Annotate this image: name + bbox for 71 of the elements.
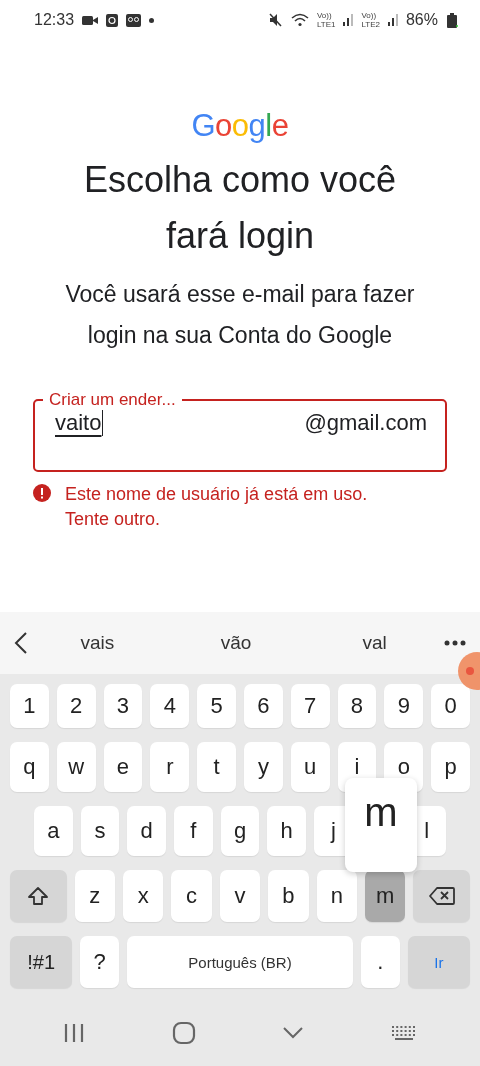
hide-keyboard-icon[interactable] (282, 1026, 305, 1040)
keyboard-key[interactable]: e (103, 742, 143, 792)
backspace-key[interactable] (413, 870, 470, 922)
video-camera-icon (82, 14, 99, 26)
keyboard-key[interactable]: z (74, 870, 115, 922)
suggestion[interactable]: vais (28, 632, 167, 654)
keyboard-key[interactable]: ? (80, 936, 120, 988)
keyboard-key[interactable]: 2 (56, 684, 96, 728)
field-value: vaito (55, 410, 104, 436)
wifi-icon (290, 13, 309, 27)
keyboard-key[interactable]: v (219, 870, 261, 922)
keyboard-key[interactable]: y (244, 742, 283, 792)
network-label: Vo)) LTE2 (361, 11, 380, 29)
symbols-key[interactable]: !#1 (10, 936, 73, 988)
keyboard-key[interactable]: n (316, 870, 357, 922)
backspace-icon (427, 886, 456, 906)
keyboard-key[interactable]: 0 (431, 684, 470, 728)
keyboard-key[interactable]: 8 (337, 684, 377, 728)
shift-icon (27, 885, 50, 907)
keyboard-key[interactable]: w (56, 742, 96, 792)
keyboard-key[interactable]: 1 (10, 684, 49, 728)
keyboard-key[interactable]: p (431, 742, 470, 792)
network-label: Vo)) LTE1 (316, 11, 336, 29)
email-suffix: @gmail.com (304, 410, 427, 436)
keyboard-key[interactable]: h (267, 806, 307, 856)
keyboard-key[interactable]: a (34, 806, 73, 856)
keyboard-key[interactable]: 9 (384, 684, 424, 728)
mute-icon (268, 13, 283, 27)
keyboard-key[interactable]: d (127, 806, 166, 856)
keyboard-key[interactable]: 5 (197, 684, 236, 728)
clock: 12:33 (34, 11, 75, 29)
keyboard-key[interactable]: g (220, 806, 260, 856)
keyboard-key[interactable]: x (123, 870, 164, 922)
dot-icon (149, 17, 155, 23)
field-label: Criar um ender... (48, 390, 177, 410)
keyboard-icon[interactable] (390, 1025, 417, 1041)
shift-key[interactable] (10, 870, 67, 922)
keyboard-key[interactable]: t (197, 742, 236, 792)
battery-percent: 86% (405, 11, 438, 29)
keyboard-key[interactable]: 7 (290, 684, 330, 728)
key-preview-tooltip: m (345, 778, 417, 872)
subtitle: Você usará esse e-mail para fazer login na sua Conta do Google (65, 280, 415, 350)
keyboard-key[interactable]: . (360, 936, 400, 988)
error-icon (33, 484, 51, 502)
signal-icon (387, 14, 398, 26)
clock-app-icon (106, 13, 119, 27)
recent-apps-icon[interactable] (63, 1022, 86, 1044)
google-logo: Google (191, 108, 289, 144)
keyboard-key[interactable]: c (171, 870, 212, 922)
page-title: Escolha como você fará login (82, 158, 398, 258)
keyboard-key[interactable]: m (365, 870, 406, 922)
keyboard-key[interactable]: 6 (244, 684, 283, 728)
signal-icon (343, 14, 354, 26)
keyboard-key[interactable]: s (80, 806, 120, 856)
more-icon[interactable] (444, 640, 466, 646)
keyboard-key[interactable]: r (150, 742, 190, 792)
keyboard-key[interactable]: u (290, 742, 330, 792)
voicemail-icon (126, 13, 142, 27)
back-chevron-icon[interactable] (14, 631, 28, 655)
keyboard-key[interactable]: f (174, 806, 213, 856)
keyboard-key[interactable]: b (268, 870, 309, 922)
battery-icon (446, 12, 458, 28)
keyboard-key[interactable]: q (10, 742, 49, 792)
space-key[interactable]: Português (BR) (127, 936, 353, 988)
email-field[interactable]: Criar um ender... vaito @gmail.com (33, 390, 447, 472)
error-message: Este nome de usuário já está em uso. Tente outro. (65, 483, 369, 531)
keyboard-key[interactable]: 4 (150, 684, 190, 728)
suggestion[interactable]: vão (166, 632, 306, 654)
keyboard-key[interactable]: 3 (103, 684, 143, 728)
home-icon[interactable] (171, 1021, 196, 1045)
suggestion[interactable]: val (305, 632, 444, 654)
